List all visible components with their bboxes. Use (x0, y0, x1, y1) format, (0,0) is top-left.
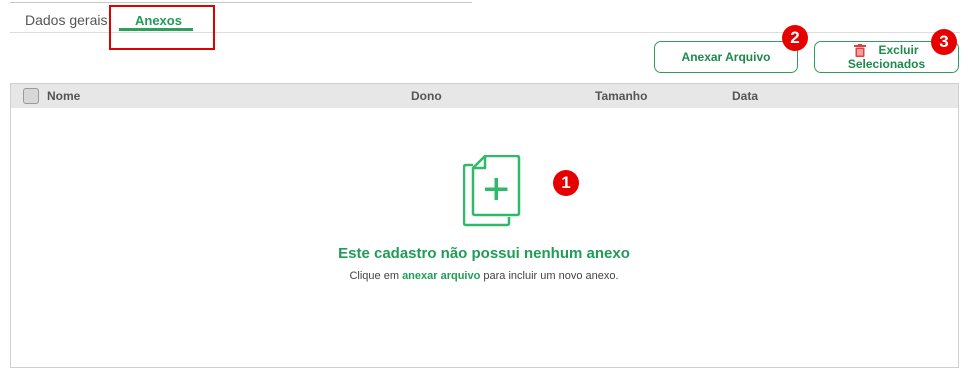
empty-state-subtitle: Clique em anexar arquivo para incluir um… (0, 270, 968, 282)
column-header-nome[interactable]: Nome (47, 89, 80, 103)
attach-file-label: Anexar Arquivo (681, 50, 771, 64)
annotation-badge-1: 1 (553, 170, 579, 196)
annotation-badge-3: 3 (931, 29, 957, 55)
empty-state-sub-suffix: para incluir um novo anexo. (483, 270, 619, 282)
file-add-icon (463, 155, 521, 227)
table-header: Nome Dono Tamanho Data (11, 84, 958, 108)
delete-label-line1: Excluir (878, 43, 919, 57)
annotation-badge-2: 2 (782, 25, 808, 51)
select-all-checkbox[interactable] (23, 88, 39, 104)
attach-file-button[interactable]: Anexar Arquivo (654, 41, 798, 73)
column-header-tamanho[interactable]: Tamanho (595, 89, 647, 103)
annotation-highlight-box (109, 5, 215, 50)
trash-icon (854, 43, 867, 57)
attach-file-link[interactable]: anexar arquivo (402, 270, 480, 282)
column-header-dono[interactable]: Dono (411, 89, 442, 103)
top-divider (10, 2, 472, 3)
empty-state-sub-prefix: Clique em (349, 270, 399, 282)
empty-state-title: Este cadastro não possui nenhum anexo (338, 245, 630, 262)
column-header-data[interactable]: Data (732, 89, 758, 103)
delete-label-line2: Selecionados (847, 57, 926, 71)
tab-dados-gerais[interactable]: Dados gerais (25, 12, 108, 28)
